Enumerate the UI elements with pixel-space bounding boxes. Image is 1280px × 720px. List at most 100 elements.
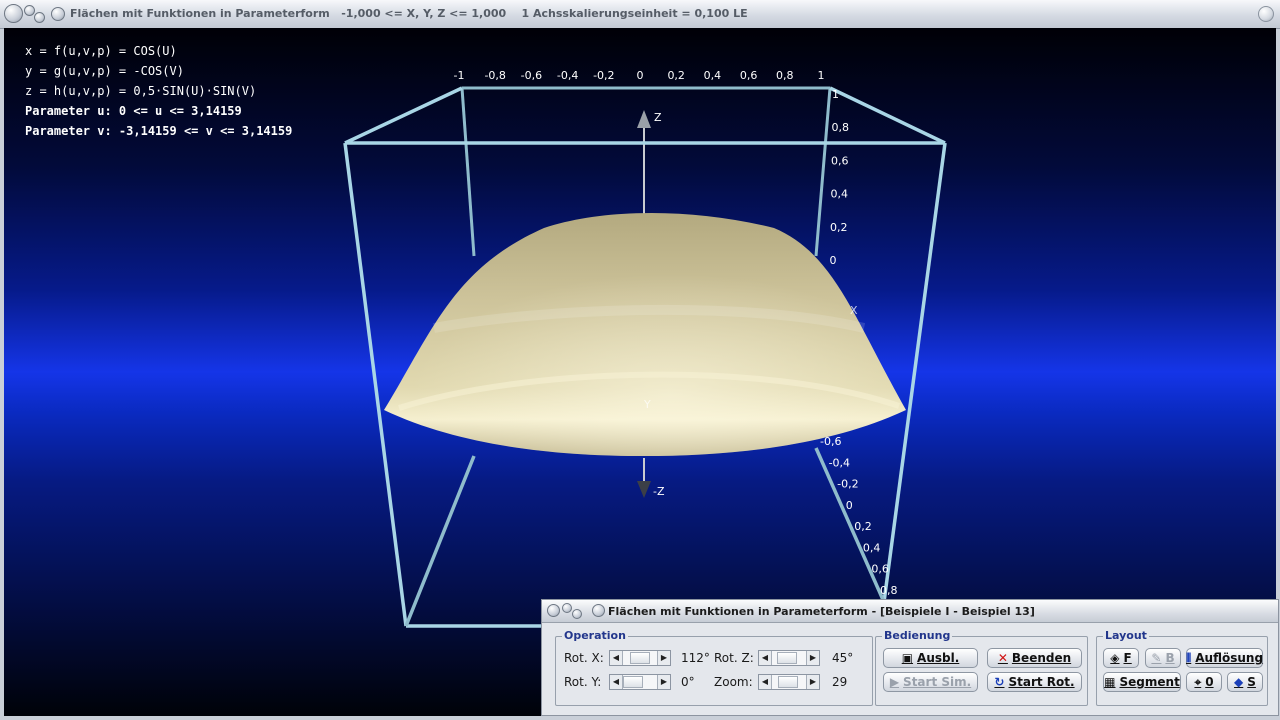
segment-button[interactable]: ▦ Segment bbox=[1103, 672, 1181, 692]
operation-group: Operation Rot. X: ◀ ▶ 112° Rot. Z: ◀ ▶ 4… bbox=[555, 629, 873, 706]
zoom-right-arrow-icon[interactable]: ▶ bbox=[806, 675, 819, 689]
brush-button[interactable]: ✎ B bbox=[1145, 648, 1181, 668]
grid-icon: ▦ bbox=[1104, 675, 1116, 689]
rot-x-slider[interactable]: ◀ ▶ bbox=[609, 650, 671, 666]
zoom-thumb[interactable] bbox=[778, 676, 798, 688]
rot-z-label: Rot. Z: bbox=[714, 651, 754, 665]
start-rot-button[interactable]: ↻ Start Rot. bbox=[987, 672, 1082, 692]
zoom-left-arrow-icon[interactable]: ◀ bbox=[759, 675, 772, 689]
zoom-label: Zoom: bbox=[714, 675, 753, 689]
rot-z-thumb[interactable] bbox=[777, 652, 797, 664]
rot-z-slider[interactable]: ◀ ▶ bbox=[758, 650, 820, 666]
z-axis-arrow bbox=[637, 110, 651, 128]
rot-x-right-arrow-icon[interactable]: ▶ bbox=[657, 651, 670, 665]
right-ticks-label: 0,2 bbox=[830, 221, 848, 234]
beenden-button[interactable]: ✕ Beenden bbox=[987, 648, 1082, 668]
bedienung-group: Bedienung ▣ Ausbl. ✕ Beenden ▶ Start Sim. ↻… bbox=[875, 629, 1088, 706]
rot-x-left-arrow-icon[interactable]: ◀ bbox=[610, 651, 623, 665]
depth-ticks-label: 0 bbox=[846, 499, 853, 512]
panel-close-button[interactable] bbox=[592, 604, 605, 617]
rot-y-thumb[interactable] bbox=[623, 676, 643, 688]
top-ticks-label: 0,6 bbox=[740, 69, 758, 82]
rot-z-value: 45° bbox=[832, 651, 854, 665]
depth-ticks-label: 0,4 bbox=[863, 541, 881, 554]
depth-ticks-label: -0,6 bbox=[820, 435, 841, 448]
box-edge-back-right bbox=[814, 87, 832, 257]
rot-x-label: Rot. X: bbox=[564, 651, 604, 665]
start-sim-button[interactable]: ▶ Start Sim. bbox=[883, 672, 978, 692]
aufloesung-button[interactable]: ⦀ Auflösung bbox=[1186, 648, 1263, 668]
top-axis-ticks: -1 -0,8 -0,6 -0,4 -0,2 0 0,2 0,4 0,6 0,8 1 bbox=[454, 69, 825, 82]
x-axis-label: X bbox=[850, 304, 858, 317]
zoom-slider[interactable]: ◀ ▶ bbox=[758, 674, 820, 690]
paint-bucket-icon: ◈ bbox=[1110, 651, 1120, 665]
top-ticks-label: -0,2 bbox=[593, 69, 614, 82]
fill-label: F bbox=[1123, 651, 1132, 665]
resolution-icon: ⦀ bbox=[1185, 651, 1192, 665]
top-ticks-label: -0,8 bbox=[484, 69, 505, 82]
top-ticks-label: 1 bbox=[818, 69, 825, 82]
top-ticks-label: -0,4 bbox=[557, 69, 578, 82]
hide-icon: ▣ bbox=[901, 651, 914, 665]
beenden-label: Beenden bbox=[1011, 651, 1072, 665]
top-ticks-label: -0,6 bbox=[521, 69, 542, 82]
minus-z-axis-arrow bbox=[637, 481, 651, 498]
panel-menu-button[interactable] bbox=[547, 604, 560, 617]
surface-highlight bbox=[384, 213, 906, 456]
top-ticks-label: 0,2 bbox=[667, 69, 685, 82]
close-button[interactable] bbox=[51, 7, 65, 21]
y-axis-label: Y bbox=[643, 398, 651, 411]
title-bar: Flächen mit Funktionen in Parameterform … bbox=[0, 0, 1280, 29]
right-ticks-label: 0,4 bbox=[831, 188, 849, 201]
title-right-button[interactable] bbox=[1258, 6, 1274, 22]
top-ticks-label: 0 bbox=[637, 69, 644, 82]
surface-style-label: S bbox=[1247, 675, 1256, 689]
rot-y-right-arrow-icon[interactable]: ▶ bbox=[657, 675, 670, 689]
ausbl-button[interactable]: ▣ Ausbl. bbox=[883, 648, 978, 668]
panel-maximize-button[interactable] bbox=[572, 609, 582, 619]
rot-y-slider[interactable]: ◀ ▶ bbox=[609, 674, 671, 690]
z-axis-label: Z bbox=[654, 111, 662, 124]
panel-title: Flächen mit Funktionen in Parameterform … bbox=[608, 605, 1035, 618]
panel-minimize-button[interactable] bbox=[562, 603, 572, 613]
aufloesung-label: Auflösung bbox=[1195, 651, 1264, 665]
origin-label: 0 bbox=[1205, 675, 1214, 689]
rot-y-label: Rot. Y: bbox=[564, 675, 602, 689]
ausbl-label: Ausbl. bbox=[917, 651, 960, 665]
rot-y-left-arrow-icon[interactable]: ◀ bbox=[610, 675, 623, 689]
zoom-value: 29 bbox=[832, 675, 848, 689]
brush-icon: ✎ bbox=[1151, 651, 1162, 665]
window-title: Flächen mit Funktionen in Parameterform … bbox=[70, 7, 748, 20]
start-rot-label: Start Rot. bbox=[1008, 675, 1075, 689]
rot-z-left-arrow-icon[interactable]: ◀ bbox=[759, 651, 772, 665]
rotate-icon: ↻ bbox=[994, 675, 1005, 689]
depth-ticks-label: 0,6 bbox=[871, 563, 889, 576]
play-icon: ▶ bbox=[889, 675, 900, 689]
crosshair-icon: ⌖ bbox=[1194, 675, 1202, 689]
right-ticks-label: 0,8 bbox=[832, 121, 850, 134]
maximize-button[interactable] bbox=[34, 12, 45, 23]
origin-button[interactable]: ⌖ 0 bbox=[1186, 672, 1222, 692]
parametric-surface bbox=[384, 213, 906, 456]
top-ticks-label: -1 bbox=[454, 69, 465, 82]
rot-x-thumb[interactable] bbox=[630, 652, 650, 664]
minimize-button[interactable] bbox=[24, 5, 35, 16]
surface-style-button[interactable]: ◆ S bbox=[1227, 672, 1263, 692]
box-edge-lower-left bbox=[404, 455, 476, 627]
fill-button[interactable]: ◈ F bbox=[1103, 648, 1139, 668]
box-edge-top-right bbox=[829, 86, 946, 145]
rot-z-right-arrow-icon[interactable]: ▶ bbox=[806, 651, 819, 665]
depth-ticks-label: -0,2 bbox=[837, 478, 858, 491]
right-ticks-label: 1 bbox=[832, 88, 839, 101]
depth-ticks-label: 0,8 bbox=[880, 584, 898, 597]
rot-y-value: 0° bbox=[681, 675, 695, 689]
top-ticks-label: 0,8 bbox=[776, 69, 794, 82]
window-menu-button[interactable] bbox=[4, 4, 23, 23]
right-ticks-label: 0,6 bbox=[831, 154, 849, 167]
depth-ticks-label: 0,2 bbox=[854, 520, 872, 533]
panel-title-bar: Flächen mit Funktionen in Parameterform … bbox=[542, 600, 1278, 623]
cube-icon: ◆ bbox=[1234, 675, 1244, 689]
depth-axis-ticks: -0,6 -0,4 -0,2 00,2 0,4 0,6 0,8 bbox=[820, 435, 898, 597]
box-edge-back-left bbox=[460, 87, 476, 257]
start-sim-label: Start Sim. bbox=[903, 675, 972, 689]
